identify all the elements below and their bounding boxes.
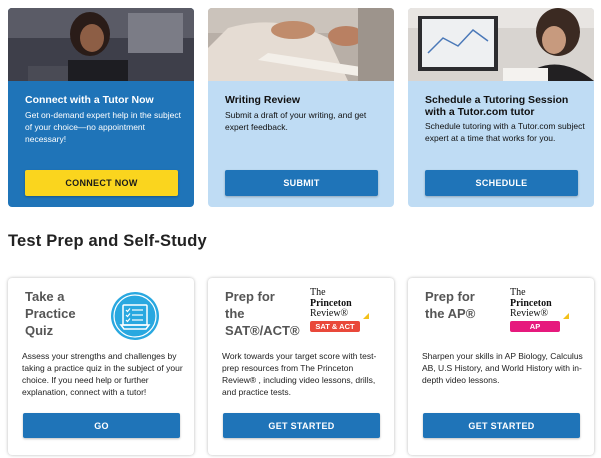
writing-review-card: Writing Review Submit a draft of your wr… (208, 8, 394, 207)
logo-line-review: Review® (510, 308, 569, 319)
ap-get-started-button[interactable]: GET STARTED (423, 413, 580, 438)
sat-act-title-line: the (225, 306, 245, 321)
practice-quiz-title-line: Practice (25, 306, 76, 321)
tutor-now-description: Get on-demand expert help in the subject… (25, 110, 181, 144)
sat-act-title-line: Prep for (225, 289, 275, 304)
schedule-session-title: Schedule a Tutoring Session with a Tutor… (425, 94, 569, 118)
tutor-now-title: Connect with a Tutor Now (25, 94, 154, 106)
sat-act-badge: SAT & ACT (310, 321, 360, 332)
practice-quiz-title: Take a Practice Quiz (25, 288, 76, 339)
practice-quiz-description: Assess your strengths and challenges by … (22, 351, 183, 397)
princeton-review-logo: The Princeton Review® SAT & ACT (310, 287, 369, 332)
sat-act-get-started-button[interactable]: GET STARTED (223, 413, 380, 438)
schedule-session-description: Schedule tutoring with a Tutor.com subje… (425, 121, 585, 143)
schedule-button[interactable]: SCHEDULE (425, 170, 578, 196)
ap-card: Prep for the AP® The Princeton Review® A… (408, 278, 594, 455)
logo-line-the: The (310, 287, 326, 298)
writing-review-description: Submit a draft of your writing, and get … (225, 110, 367, 132)
writing-review-title: Writing Review (225, 94, 301, 106)
ap-title-line: Prep for (425, 289, 475, 304)
logo-review-text: Review® (310, 308, 349, 319)
go-button[interactable]: GO (23, 413, 180, 438)
schedule-session-photo (408, 8, 594, 81)
ap-description: Sharpen your skills in AP Biology, Calcu… (422, 351, 583, 385)
writing-review-photo (208, 8, 394, 81)
sat-act-title: Prep for the SAT®/ACT® (225, 288, 300, 339)
logo-line-the: The (510, 287, 526, 298)
tutor-now-photo (8, 8, 194, 81)
ap-badge: AP (510, 321, 560, 332)
sat-act-description: Work towards your target score with test… (222, 351, 377, 397)
connect-now-button[interactable]: CONNECT NOW (25, 170, 178, 196)
schedule-session-card: Schedule a Tutoring Session with a Tutor… (408, 8, 594, 207)
logo-review-text: Review® (510, 308, 549, 319)
practice-quiz-title-line: Take a (25, 289, 65, 304)
sat-act-title-line: SAT®/ACT® (225, 323, 300, 338)
ap-title-line: the AP® (425, 306, 476, 321)
section-title: Test Prep and Self-Study (8, 232, 207, 250)
logo-line-review: Review® (310, 308, 369, 319)
sat-act-card: Prep for the SAT®/ACT® The Princeton Rev… (208, 278, 394, 455)
submit-button[interactable]: SUBMIT (225, 170, 378, 196)
princeton-review-logo: The Princeton Review® AP (510, 287, 569, 332)
quiz-icon (110, 291, 160, 341)
ap-title: Prep for the AP® (425, 288, 475, 322)
practice-quiz-card: Take a Practice Quiz Assess your strengt… (8, 278, 194, 455)
logo-triangle-icon (563, 313, 569, 319)
logo-triangle-icon (363, 313, 369, 319)
practice-quiz-title-line: Quiz (25, 323, 54, 338)
tutor-now-card: Connect with a Tutor Now Get on-demand e… (8, 8, 194, 207)
